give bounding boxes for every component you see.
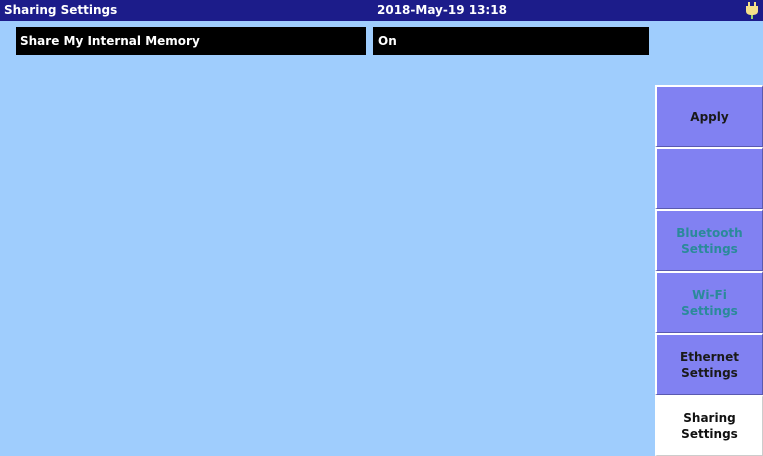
bluetooth-settings-button[interactable]: Bluetooth Settings	[655, 209, 763, 271]
share-memory-label: Share My Internal Memory	[16, 27, 366, 55]
title-bar: Sharing Settings 2018-May-19 13:18	[0, 0, 763, 21]
plug-icon	[746, 2, 758, 19]
screen: Sharing Settings 2018-May-19 13:18 Share…	[0, 0, 763, 456]
sharing-settings-button[interactable]: Sharing Settings	[655, 395, 763, 456]
date-time: 2018-May-19 13:18	[377, 3, 507, 17]
ethernet-settings-button[interactable]: Ethernet Settings	[655, 333, 763, 395]
empty-softkey	[655, 147, 763, 209]
apply-button[interactable]: Apply	[655, 85, 763, 147]
share-memory-value[interactable]: On	[373, 27, 649, 55]
wifi-settings-button[interactable]: Wi-Fi Settings	[655, 271, 763, 333]
page-title: Sharing Settings	[4, 3, 118, 17]
softkey-panel-top	[655, 21, 763, 85]
